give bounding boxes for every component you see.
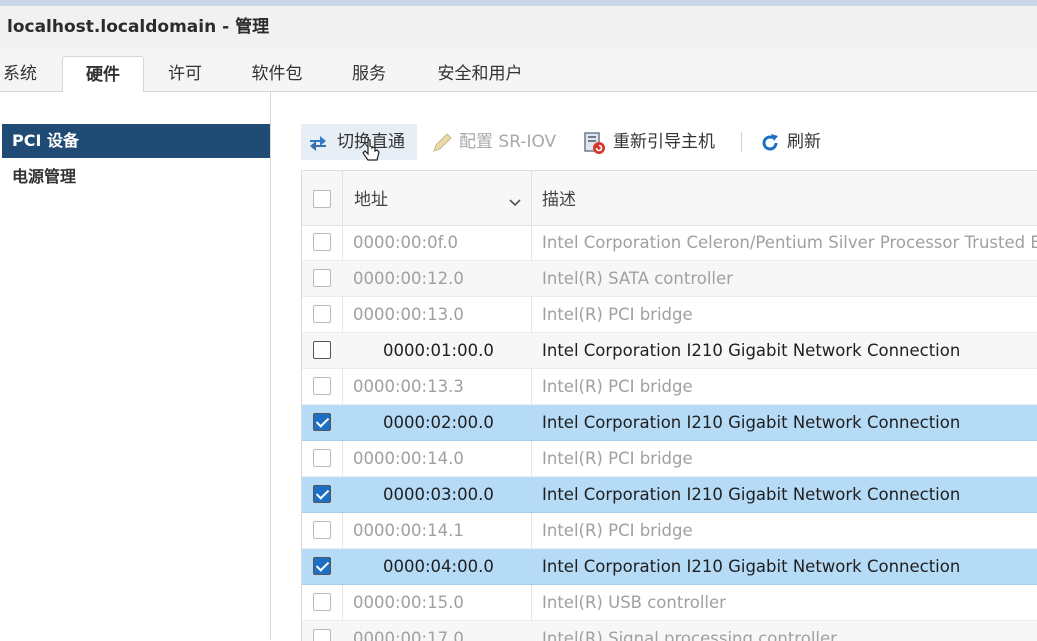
table-header: 地址 描述 — [302, 171, 1037, 226]
sidebar-item-power-management[interactable]: 电源管理 — [2, 160, 270, 194]
row-checkbox[interactable] — [313, 593, 331, 611]
reboot-host-button[interactable]: 重新引导主机 — [581, 124, 731, 160]
address-cell: 0000:00:15.0 — [353, 593, 464, 612]
window-titlebar: localhost.localdomain - 管理 — [0, 6, 1037, 48]
tab-security-users[interactable]: 安全和用户 — [430, 56, 530, 92]
table-row[interactable]: 0000:00:17.0 Intel(R) Signal processing c… — [302, 621, 1037, 641]
description-cell: Intel Corporation Celeron/Pentium Silver… — [542, 233, 1037, 252]
address-cell: 0000:00:13.3 — [353, 377, 464, 396]
table-row[interactable]: 0000:00:13.3 Intel(R) PCI bridge — [302, 369, 1037, 405]
row-checkbox[interactable] — [313, 485, 331, 503]
toolbar: 切换直通 配置 SR-IOV 重新引导主机 刷新 — [301, 124, 1037, 160]
address-cell: 0000:01:00.0 — [383, 341, 494, 360]
mouse-cursor-icon — [362, 138, 382, 170]
address-cell: 0000:04:00.0 — [383, 557, 494, 576]
toggle-passthrough-button[interactable]: 切换直通 — [301, 124, 417, 160]
sidebar: PCI 设备 电源管理 — [0, 92, 271, 640]
description-cell: Intel(R) Signal processing controller — [542, 629, 837, 641]
column-separator — [342, 171, 343, 225]
chevron-down-icon[interactable] — [508, 193, 522, 212]
row-checkbox[interactable] — [313, 557, 331, 575]
table-row[interactable]: 0000:00:12.0 Intel(R) SATA controller — [302, 261, 1037, 297]
row-checkbox[interactable] — [313, 449, 331, 467]
row-checkbox[interactable] — [313, 305, 331, 323]
reboot-host-label: 重新引导主机 — [613, 132, 715, 152]
row-checkbox[interactable] — [313, 413, 331, 431]
row-checkbox[interactable] — [313, 233, 331, 251]
address-cell: 0000:02:00.0 — [383, 413, 494, 432]
pci-device-table: 地址 描述 0000:00:0f.0 Intel Corporation Cele… — [301, 170, 1037, 641]
passthrough-icon — [307, 131, 329, 167]
row-checkbox[interactable] — [313, 629, 331, 641]
table-row[interactable]: 0000:02:00.0 Intel Corporation I210 Gigab… — [302, 405, 1037, 441]
configure-sriov-label: 配置 SR-IOV — [459, 132, 557, 152]
address-cell: 0000:00:14.0 — [353, 449, 464, 468]
table-row[interactable]: 0000:01:00.0 Intel Corporation I210 Gigab… — [302, 333, 1037, 369]
refresh-button[interactable]: 刷新 — [757, 124, 837, 160]
column-separator — [531, 171, 532, 225]
column-header-address[interactable]: 地址 — [354, 171, 388, 225]
pencil-icon — [431, 131, 453, 167]
column-header-description[interactable]: 描述 — [542, 171, 576, 225]
description-cell: Intel(R) PCI bridge — [542, 449, 693, 468]
table-row[interactable]: 0000:00:13.0 Intel(R) PCI bridge — [302, 297, 1037, 333]
address-cell: 0000:00:12.0 — [353, 269, 464, 288]
table-row[interactable]: 0000:00:14.1 Intel(R) PCI bridge — [302, 513, 1037, 549]
row-checkbox[interactable] — [313, 269, 331, 287]
tab-system[interactable]: 系统 — [0, 56, 40, 92]
row-checkbox[interactable] — [313, 377, 331, 395]
description-cell: Intel Corporation I210 Gigabit Network C… — [542, 413, 961, 432]
description-cell: Intel Corporation I210 Gigabit Network C… — [542, 557, 961, 576]
tab-licensing[interactable]: 许可 — [160, 56, 210, 92]
description-cell: Intel(R) USB controller — [542, 593, 726, 612]
sidebar-item-pci-devices[interactable]: PCI 设备 — [2, 124, 270, 158]
table-row[interactable]: 0000:04:00.0 Intel Corporation I210 Gigab… — [302, 549, 1037, 585]
table-row[interactable]: 0000:03:00.0 Intel Corporation I210 Gigab… — [302, 477, 1037, 513]
tab-packages[interactable]: 软件包 — [244, 56, 310, 92]
address-cell: 0000:00:14.1 — [353, 521, 464, 540]
description-cell: Intel Corporation I210 Gigabit Network C… — [542, 341, 961, 360]
table-row[interactable]: 0000:00:15.0 Intel(R) USB controller — [302, 585, 1037, 621]
description-cell: Intel(R) SATA controller — [542, 269, 733, 288]
window-title: localhost.localdomain - 管理 — [7, 17, 270, 37]
configure-sriov-button[interactable]: 配置 SR-IOV — [429, 124, 565, 160]
address-cell: 0000:00:0f.0 — [353, 233, 458, 252]
tab-bar: 系统 硬件 许可 软件包 服务 安全和用户 — [0, 48, 1037, 93]
tab-hardware[interactable]: 硬件 — [62, 56, 144, 93]
description-cell: Intel Corporation I210 Gigabit Network C… — [542, 485, 961, 504]
table-row[interactable]: 0000:00:0f.0 Intel Corporation Celeron/Pe… — [302, 225, 1037, 261]
table-row[interactable]: 0000:00:14.0 Intel(R) PCI bridge — [302, 441, 1037, 477]
row-checkbox[interactable] — [313, 341, 331, 359]
description-cell: Intel(R) PCI bridge — [542, 377, 693, 396]
tab-services[interactable]: 服务 — [344, 56, 394, 92]
address-cell: 0000:03:00.0 — [383, 485, 494, 504]
toolbar-separator — [741, 132, 742, 152]
reboot-icon — [583, 131, 607, 168]
select-all-checkbox[interactable] — [313, 190, 331, 208]
refresh-label: 刷新 — [787, 132, 821, 152]
description-cell: Intel(R) PCI bridge — [542, 521, 693, 540]
row-checkbox[interactable] — [313, 521, 331, 539]
refresh-icon — [759, 131, 781, 167]
address-cell: 0000:00:17.0 — [353, 629, 464, 641]
address-cell: 0000:00:13.0 — [353, 305, 464, 324]
description-cell: Intel(R) PCI bridge — [542, 305, 693, 324]
